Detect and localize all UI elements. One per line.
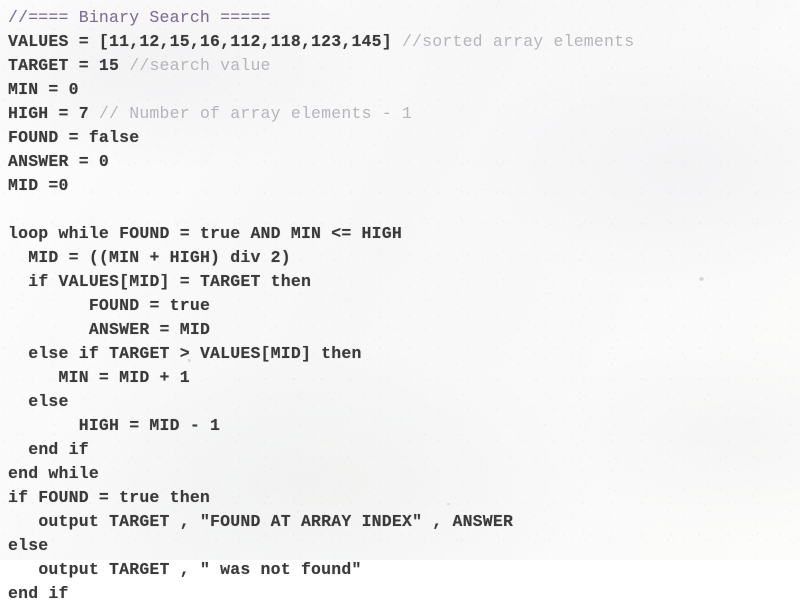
code-line: end if bbox=[8, 438, 800, 462]
code-line: FOUND = true bbox=[8, 294, 800, 318]
code-line: if VALUES[MID] = TARGET then bbox=[8, 270, 800, 294]
code-text: if FOUND = true then bbox=[8, 488, 211, 507]
header-comment: //==== Binary Search ===== bbox=[8, 8, 271, 27]
code-text: FOUND = true bbox=[88, 296, 211, 315]
code-text: else bbox=[28, 392, 69, 411]
code-line: FOUND = false bbox=[8, 126, 800, 150]
code-line: ANSWER = MID bbox=[8, 318, 800, 342]
code-line: else if TARGET > VALUES[MID] then bbox=[8, 342, 800, 366]
code-line: if FOUND = true then bbox=[8, 486, 800, 510]
inline-comment: //sorted array elements bbox=[401, 32, 635, 51]
code-text: end if bbox=[28, 440, 89, 459]
code-text: VALUES = [11,12,15,16,112,118,123,145] bbox=[8, 32, 402, 51]
code-line: output TARGET , "FOUND AT ARRAY INDEX" ,… bbox=[8, 510, 800, 534]
code-line: MID =0 bbox=[8, 174, 800, 198]
code-text: MIN = 0 bbox=[8, 80, 79, 99]
code-text: if VALUES[MID] = TARGET then bbox=[28, 272, 312, 291]
code-text: end while bbox=[8, 464, 99, 483]
code-text: MID =0 bbox=[8, 176, 69, 195]
code-text: output TARGET , "FOUND AT ARRAY INDEX" ,… bbox=[38, 512, 514, 531]
code-text: HIGH = 7 bbox=[8, 104, 99, 123]
code-text: loop while FOUND = true AND MIN <= HIGH bbox=[8, 224, 402, 243]
code-text: else bbox=[8, 536, 49, 555]
code-line: HIGH = 7 // Number of array elements - 1 bbox=[8, 102, 800, 126]
inline-comment: // Number of array elements - 1 bbox=[98, 104, 413, 123]
code-text: FOUND = false bbox=[8, 128, 140, 147]
code-line: output TARGET , " was not found" bbox=[8, 558, 800, 582]
inline-comment: //search value bbox=[129, 56, 271, 75]
code-listing-page: //==== Binary Search ===== VALUES = [11,1… bbox=[0, 0, 800, 603]
code-line: TARGET = 15 //search value bbox=[8, 54, 800, 78]
code-text: ANSWER = MID bbox=[88, 320, 211, 339]
code-text: HIGH = MID - 1 bbox=[78, 416, 221, 435]
code-text: ANSWER = 0 bbox=[8, 152, 110, 171]
code-line: //==== Binary Search ===== bbox=[8, 6, 800, 30]
code-line: HIGH = MID - 1 bbox=[8, 414, 800, 438]
code-line: MID = ((MIN + HIGH) div 2) bbox=[8, 246, 800, 270]
pseudocode-block: //==== Binary Search ===== VALUES = [11,1… bbox=[0, 0, 800, 606]
code-text: MID = ((MIN + HIGH) div 2) bbox=[28, 248, 291, 267]
code-line: end while bbox=[8, 462, 800, 486]
code-text: end if bbox=[8, 584, 69, 603]
code-line: VALUES = [11,12,15,16,112,118,123,145] /… bbox=[8, 30, 800, 54]
code-text: MIN = MID + 1 bbox=[58, 368, 190, 387]
code-text: else if TARGET > VALUES[MID] then bbox=[28, 344, 362, 363]
code-line: loop while FOUND = true AND MIN <= HIGH bbox=[8, 222, 800, 246]
code-text: TARGET = 15 bbox=[8, 56, 130, 75]
code-line: end if bbox=[8, 582, 800, 606]
code-line: MIN = 0 bbox=[8, 78, 800, 102]
code-line: MIN = MID + 1 bbox=[8, 366, 800, 390]
code-text: output TARGET , " was not found" bbox=[38, 560, 362, 579]
code-line: else bbox=[8, 534, 800, 558]
code-line: else bbox=[8, 390, 800, 414]
code-line: ANSWER = 0 bbox=[8, 150, 800, 174]
